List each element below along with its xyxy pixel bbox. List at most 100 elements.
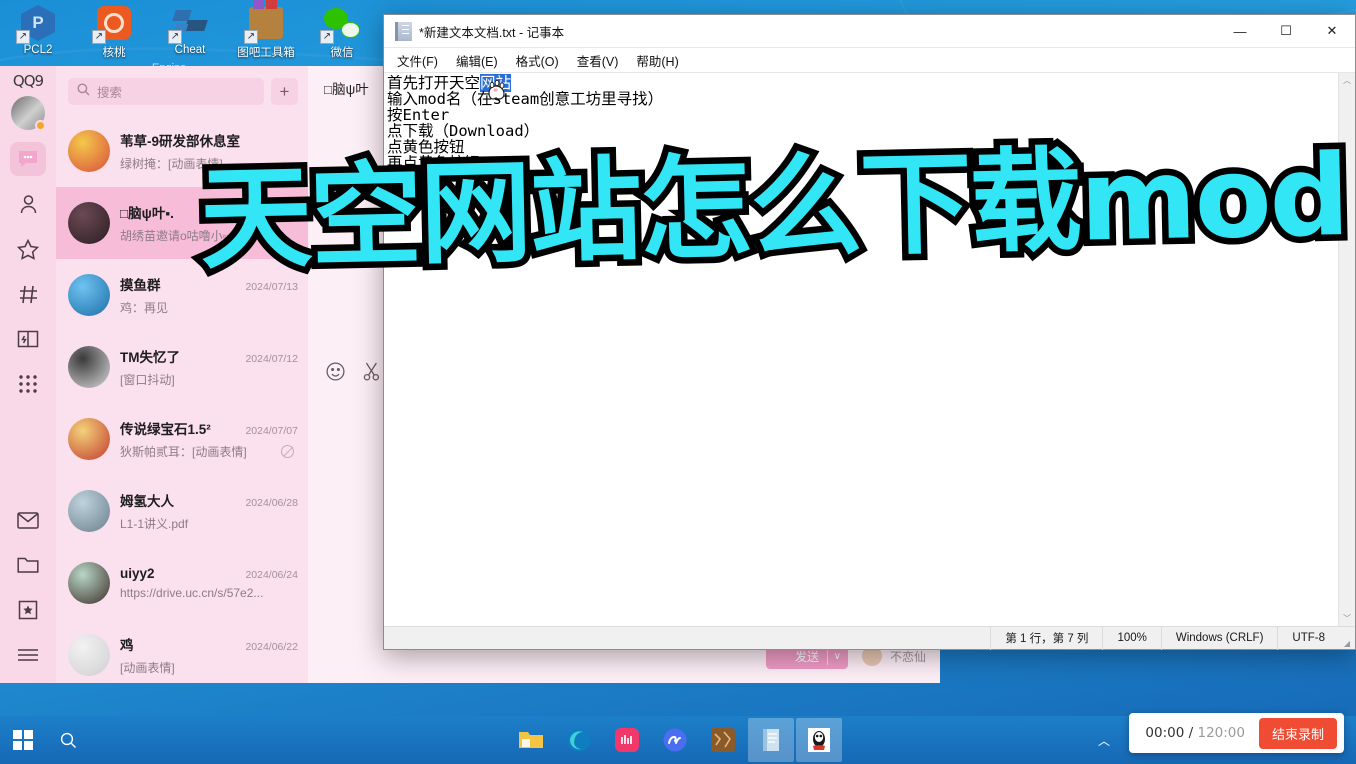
chat-item-time: 2024/07/12 [245,353,298,365]
sidebar-item-contacts[interactable] [10,187,46,221]
avatar [68,562,110,604]
status-zoom[interactable]: 100% [1102,626,1160,650]
chat-list-item[interactable]: TM失忆了 2024/07/12 [窗口抖动] [56,331,308,403]
chat-list-item[interactable]: uiyy2 2024/06/24 https://drive.uc.cn/s/57e… [56,547,308,619]
desktop-icon-label: 图吧工具箱 [237,47,295,59]
minimize-button[interactable]: — [1217,15,1263,48]
grid-dots-icon [18,374,38,394]
chat-item-top: uiyy2 2024/06/24 [120,566,298,581]
notepad-text[interactable]: 首先打开天空网站 输入mod名（在steam创意工坊里寻找） 按Enter 点下载（D… [384,73,1338,626]
chat-item-top: 苇草-9研发部休息室 [120,130,298,150]
scroll-up-arrow[interactable]: ︿ [1343,75,1351,86]
notepad-editor[interactable]: 首先打开天空网站 输入mod名（在steam创意工坊里寻找） 按Enter 点下载（D… [384,73,1355,626]
menu-item-1[interactable]: 编辑(E) [447,48,507,73]
notepad-line: 按Enter [387,107,1338,123]
desktop-icon-wechat[interactable]: ↗ 微信 [304,4,380,74]
chat-item-preview: 胡绣苗邀请o咕噜小▫▫▫ [120,229,236,243]
wechat-icon: ↗ [320,4,361,44]
notepad-statusbar: 第 1 行，第 7 列 100% Windows (CRLF) UTF-8 ◢ [384,626,1355,650]
recorder-total: 120:00 [1197,725,1245,741]
chat-list-item[interactable]: 苇草-9研发部休息室 绿树掩：[动画表情] [56,115,308,187]
chat-item-time: 2024/06/24 [245,569,298,581]
menu-item-2[interactable]: 格式(O) [507,48,568,73]
desktop-icon-pcl2[interactable]: P ↗ PCL2 [0,4,76,74]
person-icon [18,194,39,215]
notepad-icon [395,21,412,41]
notepad-line: 输入mod名（在steam创意工坊里寻找） [387,91,1338,107]
close-button[interactable]: ✕ [1309,15,1355,48]
chat-item-top: 传说绿宝石1.5² 2024/07/07 [120,418,298,438]
chat-item-name: TM失忆了 [120,350,180,365]
taskbar-netease-music[interactable] [652,718,698,762]
menu-item-3[interactable]: 查看(V) [568,48,628,73]
chat-item-name: 摸鱼群 [120,278,161,293]
chat-list-item[interactable]: 鸡 2024/06/22 [动画表情] [56,619,308,683]
windows-start-icon[interactable] [0,716,46,764]
chat-item-top: 鸡 2024/06/22 [120,634,298,654]
taskbar-music-app[interactable] [604,718,650,762]
maximize-button[interactable]: ☐ [1263,15,1309,48]
sidebar-item-files[interactable] [10,548,46,582]
envelope-icon [17,511,39,529]
taskbar-search-icon[interactable] [46,716,90,764]
bookmark-icon [18,600,38,620]
scissors-icon[interactable] [363,362,380,386]
status-line-ending: Windows (CRLF) [1160,626,1278,650]
taskbar-microsoft-edge[interactable] [556,718,602,762]
chat-item-name: 传说绿宝石1.5² [120,422,211,437]
chat-item-name: uiyy2 [120,566,155,581]
menu-item-4[interactable]: 帮助(H) [627,48,687,73]
chat-item-time: 2024/06/22 [245,641,298,653]
folder-icon [17,556,39,574]
add-button[interactable]: + [271,78,298,105]
sidebar-item-favorites[interactable] [10,232,46,266]
line-text: 再点黄色按钮 [387,154,481,172]
sidebar-item-zone[interactable] [10,322,46,356]
chat-item-name: □脑ψ叶▪. [120,206,174,221]
emoji-icon[interactable] [326,361,345,386]
star-icon [17,238,39,260]
hash-icon [18,284,39,305]
sidebar-item-collection[interactable] [10,593,46,627]
recorder-elapsed: 00:00 [1145,725,1185,741]
taskbar-notepad[interactable] [748,718,794,762]
desktop-icon-tuba[interactable]: ↗ 图吧工具箱 [228,0,304,74]
chat-item-top: 摸鱼群 2024/07/13 [120,274,298,294]
chevron-up-icon[interactable]: ︿ [1098,732,1110,749]
chat-item-body: 摸鱼群 2024/07/13 鸡：再见 [120,274,298,316]
stop-recording-button[interactable]: 结束录制 [1258,717,1337,749]
notepad-line: 点下载（Download） [387,123,1338,139]
chat-list-item[interactable]: 传说绿宝石1.5² 2024/07/07 狄斯帕贰耳：[动画表情] [56,403,308,475]
chat-list-item[interactable]: □脑ψ叶▪. 胡绣苗邀请o咕噜小▫▫▫ [56,187,308,259]
chat-list-item[interactable]: 姆氢大人 2024/06/28 L1-1讲义.pdf [56,475,308,547]
taskbar-game-app[interactable] [700,718,746,762]
chevron-down-icon[interactable]: ∨ [834,651,841,662]
vertical-scrollbar[interactable]: ︿ ﹀ [1338,73,1355,626]
desktop-icon-label: Cheat [174,44,206,56]
menu-item-0[interactable]: 文件(F) [388,48,447,73]
sidebar-item-apps[interactable] [10,367,46,401]
send-button-label: 发送 [794,649,819,664]
avatar [68,130,110,172]
avatar[interactable] [11,96,46,131]
chat-list-item[interactable]: 摸鱼群 2024/07/13 鸡：再见 [56,259,308,331]
tuba-toolbox-icon: ↗ [244,0,285,44]
taskbar-qq[interactable] [796,718,842,762]
notepad-titlebar[interactable]: *新建文本文档.txt - 记事本 — ☐ ✕ [384,15,1355,48]
taskbar-file-explorer[interactable] [508,718,554,762]
search-icon [77,83,90,101]
search-input[interactable]: 搜索 [68,78,264,105]
sidebar-item-messages[interactable] [10,142,46,176]
chat-item-body: 苇草-9研发部休息室 绿树掩：[动画表情] [120,130,298,172]
resize-grip[interactable]: ◢ [1339,627,1355,650]
sidebar-item-channels[interactable] [10,277,46,311]
cheat-engine-icon: ↗ [168,4,209,44]
sidebar-item-menu[interactable] [10,638,46,672]
scroll-down-arrow[interactable]: ﹀ [1343,613,1351,624]
avatar [68,202,110,244]
hetao-app-icon: ↗ [92,4,133,44]
desktop-icon-hetao[interactable]: ↗ 核桃 [76,4,152,74]
sidebar-item-mail[interactable] [10,503,46,537]
hamburger-icon [17,648,39,662]
chat-item-time: 2024/07/13 [245,281,298,293]
